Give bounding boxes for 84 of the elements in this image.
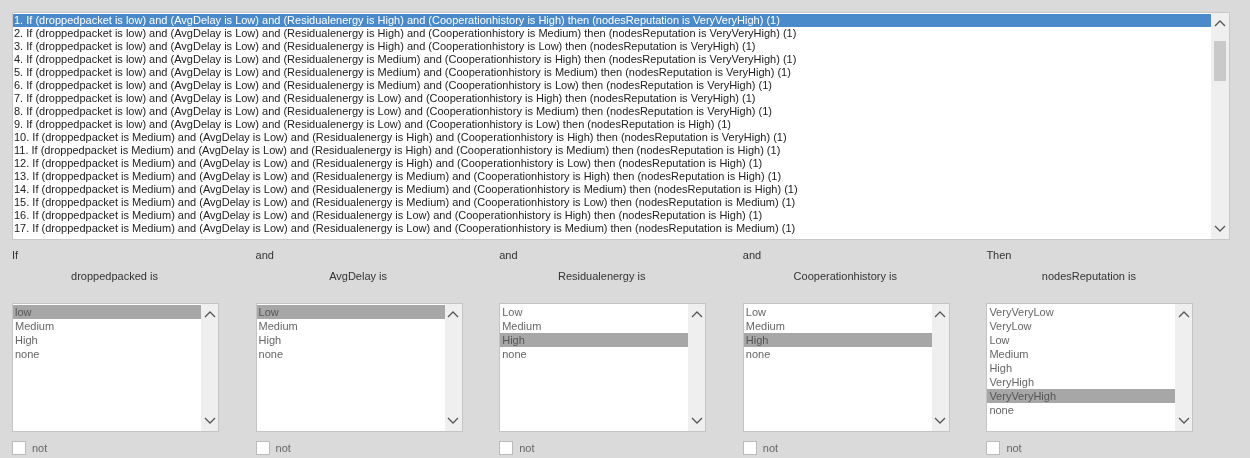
term-list[interactable]: low Medium High none [12, 303, 219, 432]
connector-label: and [255, 248, 274, 262]
term-item[interactable]: Low [987, 333, 1176, 347]
connector-label: Then [986, 248, 1012, 262]
rule-item[interactable]: 12. If (droppedpacket is Medium) and (AvgDelay is Low) and (Residualenergy is High) and (Cooperationhistory is Low) then (nodesReputation is High) (1) [13, 157, 1211, 170]
checkbox-label: not [762, 442, 779, 454]
checkbox-label: not [1006, 442, 1022, 454]
variable-label: Cooperationhistory is [793, 270, 897, 282]
rule-item[interactable]: 4. If (droppedpacket is low) and (AvgDelay is Low) and (Residualenergy is Medium) and (Cooperationhistory is High) then (nodesReputation is VeryVeryHigh) (1) [13, 53, 1211, 66]
scroll-up-icon[interactable] [690, 310, 703, 318]
scroll-down-icon[interactable] [447, 417, 460, 425]
term-item[interactable]: Medium [500, 319, 689, 333]
term-item[interactable]: VeryLow [987, 319, 1176, 333]
variable-label: droppedpacked is [71, 270, 158, 282]
checkbox-label: not [275, 442, 291, 454]
rule-item[interactable]: 13. If (droppedpacket is Medium) and (AvgDelay is Low) and (Residualenergy is Medium) and (Cooperationhistory is High) then (nodesReputation is High) (1) [13, 170, 1211, 183]
rule-item[interactable]: 3. If (droppedpacket is low) and (AvgDelay is Low) and (Residualenergy is High) and (Cooperationhistory is Low) then (nodesReputation is VeryHigh) (1) [13, 40, 1211, 53]
not-checkbox[interactable] [255, 441, 270, 455]
term-item[interactable]: Low [500, 305, 689, 319]
variable-label: Residualenergy is [557, 270, 646, 282]
scroll-down-icon[interactable] [934, 417, 947, 425]
connector-label: and [499, 248, 518, 262]
term-list[interactable]: Low Medium High none [499, 303, 707, 432]
rule-item[interactable]: 9. If (droppedpacket is low) and (AvgDelay is Low) and (Residualenergy is Low) and (Cooperationhistory is Low) then (nodesReputation is High) (1) [13, 118, 1211, 131]
rule-item[interactable]: 1. If (droppedpacket is low) and (AvgDelay is Low) and (Residualenergy is High) and (Cooperationhistory is High) then (nodesReputation is VeryVeryHigh) (1) [13, 14, 1211, 27]
term-item[interactable]: Medium [987, 347, 1176, 361]
scroll-up-icon[interactable] [447, 310, 460, 318]
scrollbar[interactable] [444, 304, 462, 431]
term-list[interactable]: Low Medium High none [742, 303, 950, 432]
rule-item[interactable]: 10. If (droppedpacket is Medium) and (AvgDelay is Low) and (Residualenergy is High) and (Cooperationhistory is High) then (nodesReputation is VeryHigh) (1) [13, 131, 1211, 144]
scroll-down-icon[interactable] [690, 417, 703, 425]
variable-label: nodesReputation is [1041, 270, 1136, 282]
rule-item[interactable]: 14. If (droppedpacket is Medium) and (AvgDelay is Low) and (Residualenergy is Medium) and (Cooperationhistory is Medium) then (nodesReputation is High) (1) [13, 183, 1211, 196]
term-item[interactable]: High [256, 333, 445, 347]
rule-item[interactable]: 6. If (droppedpacket is low) and (AvgDelay is Low) and (Residualenergy is Medium) and (Cooperationhistory is Low) then (nodesReputation is VeryHigh) (1) [13, 79, 1211, 92]
scroll-up-icon[interactable] [934, 310, 947, 318]
term-item[interactable]: none [256, 347, 445, 361]
term-item[interactable]: none [13, 347, 201, 361]
rule-item[interactable]: 17. If (droppedpacket is Medium) and (AvgDelay is Low) and (Residualenergy is Low) and (Cooperationhistory is Medium) then (nodesReputation is Medium) (1) [13, 222, 1211, 235]
rule-item[interactable]: 15. If (droppedpacket is Medium) and (AvgDelay is Low) and (Residualenergy is Medium) and (Cooperationhistory is Low) then (nodesReputation is Medium) (1) [13, 196, 1211, 209]
scrollbar[interactable] [931, 304, 949, 431]
scroll-up-icon[interactable] [203, 310, 216, 318]
rule-item[interactable]: 8. If (droppedpacket is low) and (AvgDelay is Low) and (Residualenergy is Low) and (Cooperationhistory is Medium) then (nodesReputation is VeryHigh) (1) [13, 105, 1211, 118]
not-checkbox[interactable] [742, 441, 757, 455]
not-checkbox[interactable] [986, 441, 1001, 455]
term-item[interactable]: none [987, 403, 1176, 417]
scroll-down-icon[interactable] [1214, 225, 1226, 233]
connector-label: If [12, 248, 19, 262]
scroll-down-icon[interactable] [1177, 417, 1190, 425]
term-item[interactable]: VeryVeryHigh [987, 389, 1176, 403]
checkbox-label: not [32, 442, 48, 454]
term-item[interactable]: VeryHigh [987, 375, 1176, 389]
not-checkbox[interactable] [12, 441, 26, 455]
rule-item[interactable]: 16. If (droppedpacket is Medium) and (AvgDelay is Low) and (Residualenergy is Low) and (Cooperationhistory is High) then (nodesReputation is High) (1) [13, 209, 1211, 222]
term-item[interactable]: High [13, 333, 201, 347]
term-item[interactable]: none [500, 347, 689, 361]
term-item[interactable]: low [13, 305, 201, 319]
rule-item[interactable]: 11. If (droppedpacket is Medium) and (AvgDelay is Low) and (Residualenergy is High) and (Cooperationhistory is Medium) then (nodesReputation is High) (1) [13, 144, 1211, 157]
rule-item[interactable]: 7. If (droppedpacket is low) and (AvgDelay is Low) and (Residualenergy is Low) and (Cooperationhistory is High) then (nodesReputation is VeryHigh) (1) [13, 92, 1211, 105]
scroll-up-icon[interactable] [1177, 310, 1190, 318]
scrollbar[interactable] [1211, 13, 1229, 239]
scrollbar[interactable] [201, 304, 218, 431]
rule-list[interactable] [12, 12, 1230, 240]
term-list[interactable]: VeryVeryLow VeryLow Low Medium High VeryHigh VeryVeryHigh none [986, 303, 1194, 432]
term-item[interactable]: High [987, 361, 1176, 375]
scrollbar[interactable] [1175, 304, 1193, 431]
scroll-up-icon[interactable] [1214, 19, 1226, 27]
variable-label: AvgDelay is [329, 270, 388, 282]
term-item[interactable]: none [743, 347, 932, 361]
not-checkbox[interactable] [499, 441, 514, 455]
connector-label: and [742, 248, 762, 262]
term-item[interactable]: Medium [743, 319, 932, 333]
term-item[interactable]: Low [256, 305, 445, 319]
scrollbar-thumb[interactable] [1214, 41, 1226, 81]
term-item[interactable]: Low [743, 305, 932, 319]
rule-item[interactable]: 5. If (droppedpacket is low) and (AvgDelay is Low) and (Residualenergy is Medium) and (Cooperationhistory is Medium) then (nodesReputation is VeryHigh) (1) [13, 66, 1211, 79]
term-list[interactable]: Low Medium High none [255, 303, 463, 432]
scroll-down-icon[interactable] [203, 417, 216, 425]
term-item[interactable]: Medium [13, 319, 201, 333]
term-item[interactable]: Medium [256, 319, 445, 333]
rule-item[interactable]: 2. If (droppedpacket is low) and (AvgDelay is Low) and (Residualenergy is High) and (Cooperationhistory is Medium) then (nodesReputation is VeryVeryHigh) (1) [13, 27, 1211, 40]
scrollbar[interactable] [688, 304, 706, 431]
checkbox-label: not [519, 442, 535, 454]
term-item[interactable]: VeryVeryLow [987, 305, 1176, 319]
